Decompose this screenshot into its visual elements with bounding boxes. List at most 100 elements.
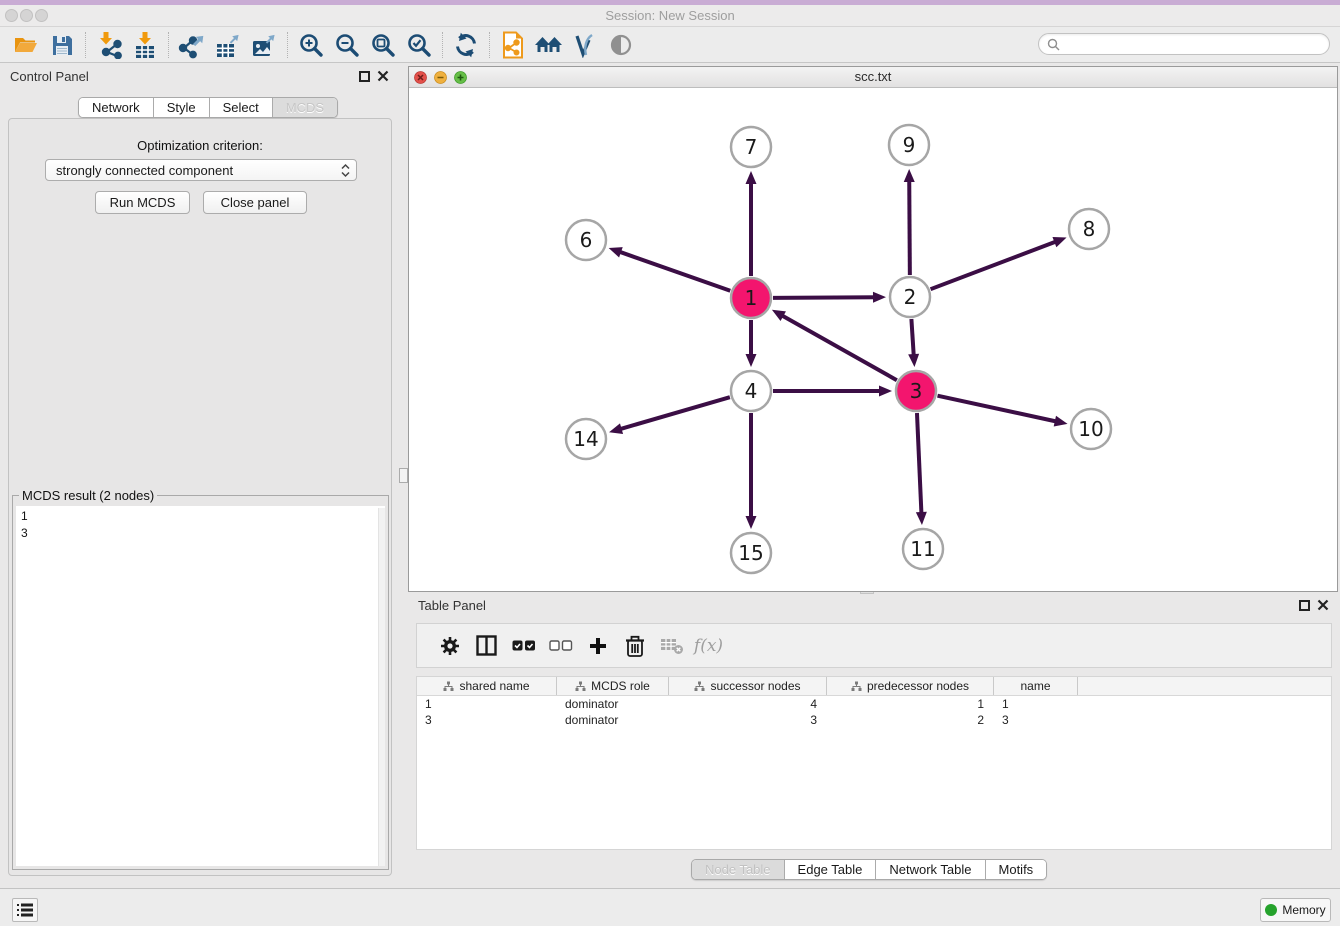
- import-table-button[interactable]: [127, 29, 163, 61]
- tree-icon: [575, 681, 586, 692]
- graph-node-10[interactable]: 10: [1071, 409, 1111, 449]
- graph-node-11[interactable]: 11: [903, 529, 943, 569]
- add-column-button[interactable]: [579, 628, 616, 664]
- search-input[interactable]: [1064, 35, 1329, 53]
- task-history-button[interactable]: [12, 898, 38, 922]
- select-all-button[interactable]: [505, 628, 542, 664]
- close-panel-icon[interactable]: [1317, 599, 1329, 611]
- graph-node-1[interactable]: 1: [731, 278, 771, 318]
- graph-edge-1-6[interactable]: [609, 247, 731, 291]
- export-image-button[interactable]: [246, 29, 282, 61]
- show-columns-button[interactable]: [468, 628, 505, 664]
- column-header-successor-nodes[interactable]: successor nodes: [669, 677, 827, 695]
- column-header-shared-name[interactable]: shared name: [417, 677, 557, 695]
- graph-edge-4-3[interactable]: [773, 386, 892, 397]
- tab-node-table[interactable]: Node Table: [692, 860, 784, 879]
- mcds-result-title: MCDS result (2 nodes): [19, 488, 157, 503]
- graph-edge-3-10[interactable]: [937, 396, 1067, 427]
- graph-node-4[interactable]: 4: [731, 371, 771, 411]
- apply-layout-button[interactable]: [448, 29, 484, 61]
- tab-style[interactable]: Style: [153, 98, 209, 117]
- mcds-result-area[interactable]: 1 3: [16, 506, 385, 866]
- tab-network-table[interactable]: Network Table: [875, 860, 984, 879]
- column-header-name[interactable]: name: [994, 677, 1078, 695]
- status-bar: Memory: [0, 888, 1340, 926]
- tab-motifs[interactable]: Motifs: [985, 860, 1047, 879]
- window-minimize-icon[interactable]: [434, 71, 447, 84]
- network-view-window: scc.txt 7 9 6 8 1 2 4 3 14 10 15 11: [408, 66, 1338, 592]
- tree-icon: [851, 681, 862, 692]
- graph-edge-2-8[interactable]: [931, 237, 1067, 289]
- graph-node-2[interactable]: 2: [890, 277, 930, 317]
- network-file-button[interactable]: [495, 29, 531, 61]
- graph-node-15[interactable]: 15: [731, 533, 771, 573]
- graph-node-8[interactable]: 8: [1069, 209, 1109, 249]
- import-network-button[interactable]: [91, 29, 127, 61]
- save-session-button[interactable]: [44, 29, 80, 61]
- open-folder-icon: [13, 32, 39, 58]
- graph-node-3[interactable]: 3: [896, 371, 936, 411]
- toggle-graphics-details-button[interactable]: [567, 29, 603, 61]
- zoom-in-button[interactable]: [293, 29, 329, 61]
- unchecked-boxes-icon: [549, 640, 573, 652]
- graph-node-6[interactable]: 6: [566, 220, 606, 260]
- checked-boxes-icon: [512, 640, 536, 652]
- graph-edge-1-2[interactable]: [773, 292, 886, 303]
- close-panel-button[interactable]: Close panel: [203, 191, 307, 214]
- network-window-titlebar[interactable]: scc.txt: [409, 67, 1337, 88]
- tab-network[interactable]: Network: [79, 98, 153, 117]
- gear-icon: [439, 635, 461, 657]
- open-file-button[interactable]: [8, 29, 44, 61]
- graph-edge-1-7[interactable]: [746, 171, 757, 276]
- export-table-button[interactable]: [210, 29, 246, 61]
- export-network-button[interactable]: [174, 29, 210, 61]
- home-views-button[interactable]: [531, 29, 567, 61]
- svg-text:3: 3: [910, 379, 923, 403]
- graph-edge-2-3[interactable]: [908, 319, 919, 367]
- run-mcds-button[interactable]: Run MCDS: [95, 191, 190, 214]
- criterion-dropdown[interactable]: strongly connected component: [45, 159, 357, 181]
- graph-node-9[interactable]: 9: [889, 125, 929, 165]
- memory-button[interactable]: Memory: [1260, 898, 1331, 922]
- graph-node-14[interactable]: 14: [566, 419, 606, 459]
- network-canvas[interactable]: 7 9 6 8 1 2 4 3 14 10 15 11: [409, 88, 1337, 591]
- tab-edge-table[interactable]: Edge Table: [784, 860, 876, 879]
- show-hide-button[interactable]: [603, 29, 639, 61]
- search-box[interactable]: [1038, 33, 1330, 55]
- eye-icon: [608, 32, 634, 58]
- zoom-traffic-light[interactable]: [35, 9, 48, 22]
- window-close-icon[interactable]: [414, 71, 427, 84]
- fx-icon: f(x): [694, 636, 723, 656]
- graph-edge-2-9[interactable]: [904, 169, 915, 275]
- minimize-traffic-light[interactable]: [20, 9, 33, 22]
- window-title: Session: New Session: [0, 5, 1340, 26]
- column-header-MCDS-role[interactable]: MCDS role: [557, 677, 669, 695]
- graph-edge-3-1[interactable]: [772, 310, 897, 380]
- graph-edge-4-14[interactable]: [609, 397, 730, 434]
- zoom-out-button[interactable]: [329, 29, 365, 61]
- close-traffic-light[interactable]: [5, 9, 18, 22]
- table-settings-button[interactable]: [431, 628, 468, 664]
- vertical-splitter-grip[interactable]: [399, 468, 408, 483]
- close-panel-icon[interactable]: [377, 70, 389, 82]
- float-panel-icon[interactable]: [359, 71, 370, 82]
- toolbar-separator: [85, 32, 86, 58]
- table-row[interactable]: 1dominator411: [417, 696, 1331, 712]
- control-panel-title: Control Panel: [10, 69, 89, 84]
- graph-edge-1-4[interactable]: [746, 320, 757, 367]
- deselect-all-button[interactable]: [542, 628, 579, 664]
- tab-mcds[interactable]: MCDS: [272, 98, 337, 117]
- zoom-fit-button[interactable]: [365, 29, 401, 61]
- table-row[interactable]: 3dominator323: [417, 712, 1331, 728]
- tab-select[interactable]: Select: [209, 98, 272, 117]
- column-header-predecessor-nodes[interactable]: predecessor nodes: [827, 677, 994, 695]
- refresh-icon: [453, 32, 479, 58]
- float-panel-icon[interactable]: [1299, 600, 1310, 611]
- graph-edge-4-15[interactable]: [746, 413, 757, 529]
- zoom-selected-button[interactable]: [401, 29, 437, 61]
- graph-edge-3-11[interactable]: [916, 413, 927, 525]
- window-maximize-icon[interactable]: [454, 71, 467, 84]
- delete-column-button[interactable]: [616, 628, 653, 664]
- result-scrollbar[interactable]: [378, 508, 385, 866]
- graph-node-7[interactable]: 7: [731, 127, 771, 167]
